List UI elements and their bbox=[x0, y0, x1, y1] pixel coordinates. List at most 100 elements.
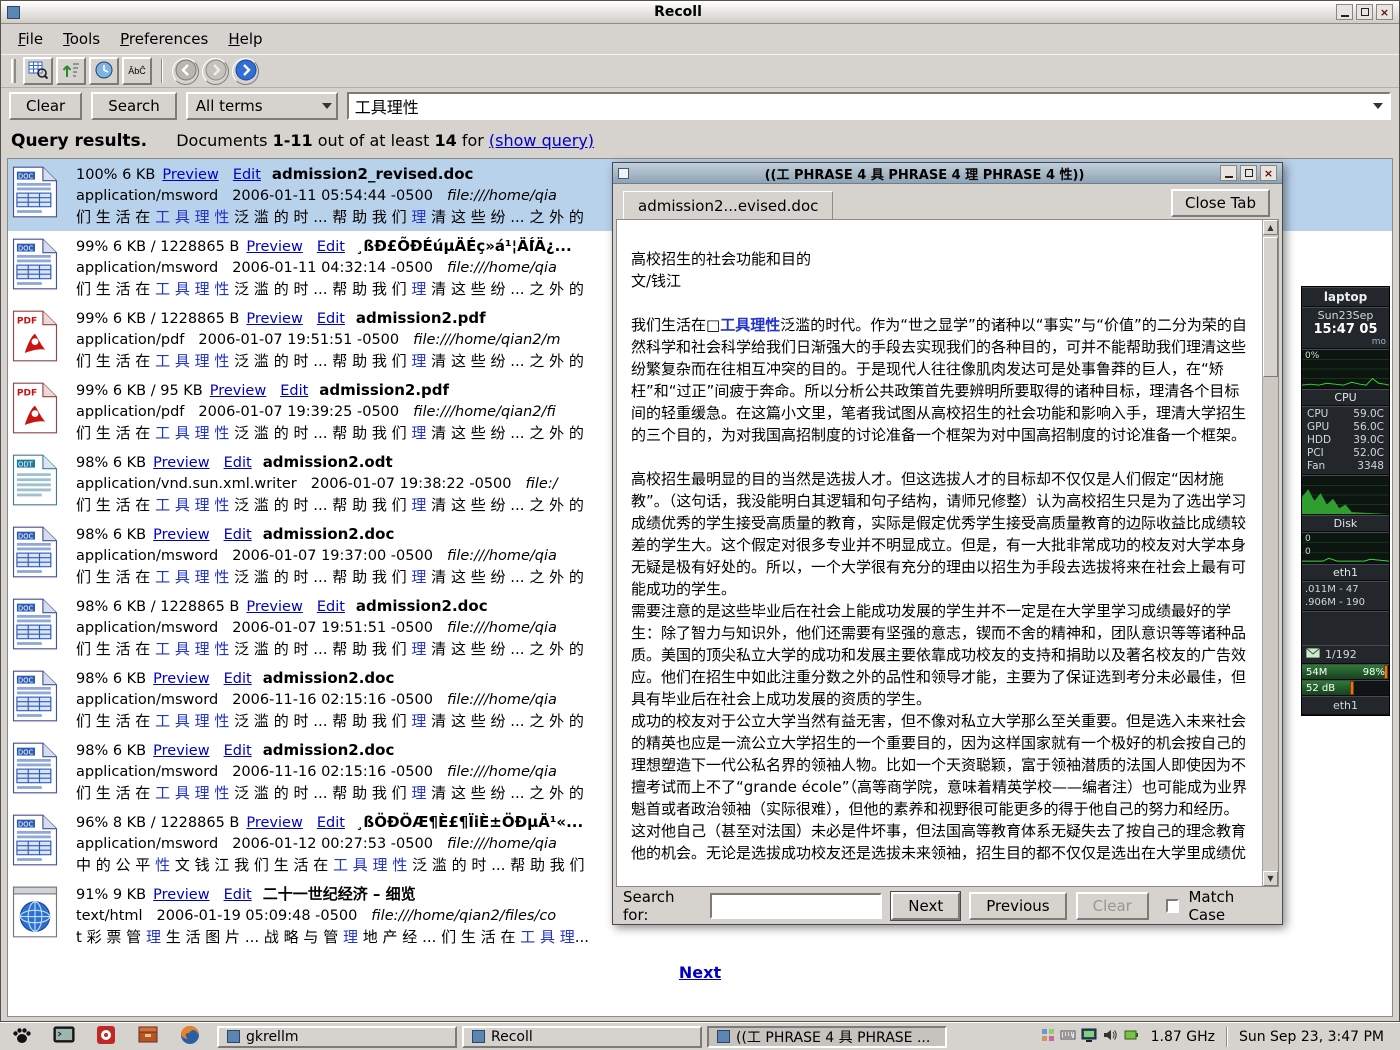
terminal-launcher-button[interactable] bbox=[52, 1025, 76, 1049]
task-button[interactable]: Recoll bbox=[462, 1026, 702, 1048]
show-query-link[interactable]: (show query) bbox=[489, 131, 594, 150]
query-table-button[interactable] bbox=[23, 57, 53, 85]
gkrellm-clock: Sun23Sep 15:47 05 mo bbox=[1302, 307, 1389, 349]
close-icon[interactable]: × bbox=[1260, 165, 1277, 181]
activity-chart-graph bbox=[1302, 476, 1389, 514]
edit-link[interactable]: Edit bbox=[224, 887, 252, 903]
nav-back-button[interactable] bbox=[172, 58, 199, 85]
spell-abc-button[interactable]: ÂbĈ bbox=[122, 57, 152, 85]
preview-link[interactable]: Preview bbox=[153, 527, 209, 543]
menu-file[interactable]: File bbox=[9, 28, 52, 50]
find-input[interactable] bbox=[710, 893, 882, 919]
gkrellm-panel[interactable]: laptop Sun23Sep 15:47 05 mo 0% CPU CPU59… bbox=[1301, 286, 1390, 716]
menu-help[interactable]: Help bbox=[219, 28, 271, 50]
preview-scrollbar[interactable]: ▲ ▼ bbox=[1262, 220, 1278, 886]
find-previous-button[interactable]: Previous bbox=[969, 892, 1066, 920]
search-button[interactable]: Search bbox=[91, 92, 177, 120]
task-button[interactable]: gkrellm bbox=[217, 1026, 457, 1048]
snippet-text: 们 生 活 在 bbox=[76, 352, 155, 370]
menu-preferences[interactable]: Preferences bbox=[111, 28, 217, 50]
close-icon[interactable]: × bbox=[1376, 4, 1393, 20]
edit-link[interactable]: Edit bbox=[233, 167, 261, 183]
result-snippet: 们 生 活 在 工 具 理 性 泛 滥 的 时 ... 帮 助 我 们 理 清 … bbox=[76, 567, 584, 586]
find-clear-button[interactable]: Clear bbox=[1076, 892, 1149, 920]
taskbar-clock[interactable]: Sun Sep 23, 3:47 PM bbox=[1239, 1029, 1390, 1045]
edit-link[interactable]: Edit bbox=[280, 383, 308, 399]
preview-title-bar[interactable]: ((工 PHRASE 4 具 PHRASE 4 理 PHRASE 4 性)) × bbox=[613, 163, 1282, 184]
edit-link[interactable]: Edit bbox=[317, 239, 345, 255]
minimize-icon[interactable] bbox=[1220, 165, 1237, 181]
preview-link[interactable]: Preview bbox=[153, 671, 209, 687]
preview-link[interactable]: Preview bbox=[162, 167, 218, 183]
gkrellm-memory-meter[interactable]: 54M 98% bbox=[1302, 664, 1389, 680]
preview-link[interactable]: Preview bbox=[153, 887, 209, 903]
result-details: 99% 6 KB / 1228865 BPreviewEditadmission… bbox=[76, 308, 584, 370]
snippet-text: 清 这 些 纷 ... 之 外 的 bbox=[426, 352, 583, 370]
edit-link[interactable]: Edit bbox=[224, 671, 252, 687]
preview-content[interactable]: 高校招生的社会功能和目的文/钱江我们生活在□工具理性泛滥的时代。作为“世之显学”… bbox=[616, 219, 1279, 887]
task-button[interactable]: ((工 PHRASE 4 具 PHRASE ... bbox=[707, 1026, 947, 1048]
media-launcher-icon bbox=[95, 1024, 117, 1050]
gkrellm-volume-meter[interactable]: 52 dB bbox=[1302, 680, 1389, 696]
preview-link[interactable]: Preview bbox=[153, 743, 209, 759]
title-bar[interactable]: Recoll × bbox=[1, 1, 1399, 24]
edit-link[interactable]: Edit bbox=[224, 743, 252, 759]
disk-write-value: 0 bbox=[1305, 547, 1311, 557]
preview-document-text: 高校招生的社会功能和目的文/钱江我们生活在□工具理性泛滥的时代。作为“世之显学”… bbox=[617, 220, 1261, 886]
result-mime: application/pdf bbox=[76, 404, 184, 420]
scroll-up-icon[interactable]: ▲ bbox=[1263, 220, 1278, 235]
result-url: file:///home/qian2/fi bbox=[413, 404, 556, 420]
sort-button[interactable] bbox=[56, 57, 86, 85]
minimize-icon[interactable] bbox=[1336, 4, 1353, 20]
doc-file-icon: DOC bbox=[12, 740, 62, 802]
preview-paragraph: 高校招生最明显的目的当然是选拔人才。但这选拔人才的目标却不仅仅是人们假定“因材施… bbox=[631, 468, 1249, 600]
preview-link[interactable]: Preview bbox=[246, 815, 302, 831]
edit-link[interactable]: Edit bbox=[317, 311, 345, 327]
highlighted-term: 理 bbox=[411, 424, 426, 442]
toolbar-grip[interactable] bbox=[11, 59, 16, 83]
preview-link[interactable]: Preview bbox=[210, 383, 266, 399]
edit-link[interactable]: Edit bbox=[224, 455, 252, 471]
result-snippet: 们 生 活 在 工 具 理 性 泛 滥 的 时 ... 帮 助 我 们 理 清 … bbox=[76, 639, 584, 658]
sensor-name: PCI bbox=[1307, 447, 1324, 460]
result-url: file:///home/qia bbox=[447, 620, 557, 636]
text-segment: 高校招生的社会功能和目的 bbox=[631, 250, 811, 268]
firefox-launcher-button[interactable] bbox=[178, 1025, 202, 1049]
scrollbar-thumb[interactable] bbox=[1263, 237, 1278, 377]
maximize-icon[interactable] bbox=[1356, 4, 1373, 20]
doc-file-icon: DOC bbox=[12, 668, 62, 730]
package-launcher-button[interactable] bbox=[136, 1025, 160, 1049]
query-input[interactable]: 工具理性 bbox=[347, 92, 1391, 120]
edit-link[interactable]: Edit bbox=[317, 815, 345, 831]
clear-button[interactable]: Clear bbox=[9, 92, 82, 120]
scroll-down-icon[interactable]: ▼ bbox=[1263, 871, 1278, 886]
close-tab-button[interactable]: Close Tab bbox=[1171, 189, 1270, 217]
paw-launcher-button[interactable] bbox=[10, 1025, 34, 1049]
media-launcher-button[interactable] bbox=[94, 1025, 118, 1049]
nav-back-icon bbox=[174, 58, 198, 84]
volume-icon[interactable] bbox=[1102, 1027, 1118, 1047]
preview-link[interactable]: Preview bbox=[246, 239, 302, 255]
task-button-area: gkrellmRecoll((工 PHRASE 4 具 PHRASE ... bbox=[217, 1026, 1032, 1048]
history-button[interactable] bbox=[89, 57, 119, 85]
next-page-link[interactable]: Next bbox=[679, 963, 721, 982]
edit-link[interactable]: Edit bbox=[224, 527, 252, 543]
search-mode-select[interactable]: All terms bbox=[186, 92, 338, 120]
nav-forward-button[interactable] bbox=[202, 58, 229, 85]
snippet-text: 们 生 活 在 bbox=[76, 784, 155, 802]
find-next-button[interactable]: Next bbox=[891, 892, 960, 920]
maximize-icon[interactable] bbox=[1240, 165, 1257, 181]
preview-link[interactable]: Preview bbox=[246, 599, 302, 615]
sensor-name: GPU bbox=[1307, 421, 1329, 434]
menu-tools[interactable]: Tools bbox=[54, 28, 109, 50]
preview-link[interactable]: Preview bbox=[246, 311, 302, 327]
preview-link[interactable]: Preview bbox=[153, 455, 209, 471]
snippet-text: 们 生 活 在 bbox=[76, 424, 155, 442]
preview-tab[interactable]: admission2...evised.doc bbox=[623, 191, 833, 219]
result-date: 2006-01-11 05:54:44 -0500 bbox=[232, 188, 433, 204]
edit-link[interactable]: Edit bbox=[317, 599, 345, 615]
nav-go-button[interactable] bbox=[232, 58, 259, 85]
match-case-checkbox[interactable] bbox=[1166, 899, 1180, 913]
find-label: Search for: bbox=[623, 888, 701, 924]
chevron-down-icon[interactable] bbox=[1373, 103, 1383, 114]
